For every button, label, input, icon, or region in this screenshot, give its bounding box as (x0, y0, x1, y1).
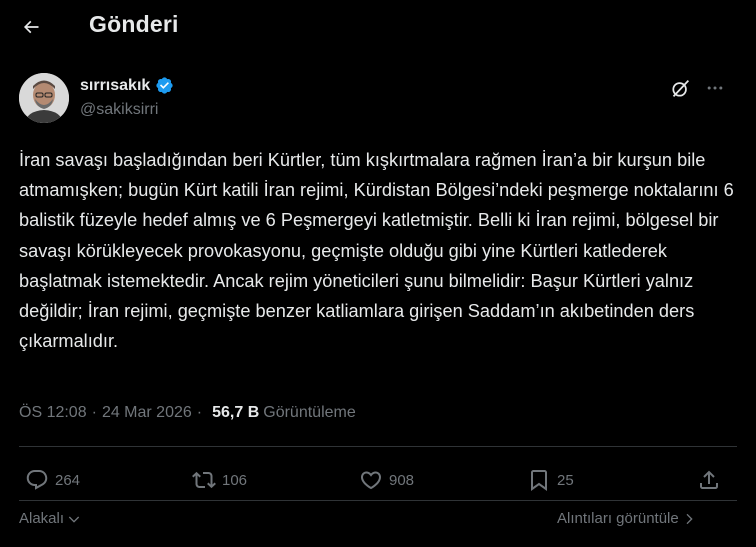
view-count-label: Görüntüleme (263, 404, 356, 421)
meta-separator: · (91, 404, 97, 421)
arrow-left-icon (23, 20, 39, 34)
like-button[interactable]: 908 (359, 468, 414, 492)
repost-button[interactable]: 106 (192, 468, 247, 492)
author-handle[interactable]: @sakiksirri (80, 101, 158, 119)
chevron-down-icon (68, 516, 80, 523)
relevant-sort-dropdown[interactable]: Alakalı (19, 510, 82, 527)
avatar[interactable] (19, 73, 69, 123)
author-display-name[interactable]: sırrısakık (80, 77, 150, 95)
reply-button[interactable]: 264 (25, 468, 80, 492)
verified-badge-icon[interactable] (155, 76, 174, 95)
grok-icon (671, 79, 689, 97)
share-button[interactable] (697, 468, 721, 492)
reply-count: 264 (55, 471, 81, 489)
page-title: Gönderi (89, 11, 179, 37)
divider (19, 446, 737, 447)
heart-icon (360, 471, 382, 490)
tweet-text: İran savaşı başladığından beri Kürtler, … (19, 150, 739, 352)
grok-button[interactable] (668, 76, 692, 100)
reply-icon (26, 470, 48, 490)
repost-icon (192, 471, 216, 489)
view-count: 56,7 B (212, 404, 260, 421)
share-icon (700, 470, 718, 489)
back-button[interactable] (14, 10, 48, 44)
tweet-date[interactable]: 24 Mar 2026 (102, 404, 192, 422)
bookmark-icon (531, 470, 547, 491)
tweet-actions: 264 106 908 25 (19, 462, 737, 498)
meta-separator: · (196, 404, 203, 421)
repost-count: 106 (222, 471, 248, 489)
relevant-sort-label: Alakalı (19, 510, 65, 527)
divider (19, 500, 737, 501)
bookmark-count: 25 (557, 471, 574, 489)
tweet-meta: ÖS 12:08 · 24 Mar 2026 · 56,7 B Görüntül… (19, 404, 356, 422)
tweet-time[interactable]: ÖS 12:08 (19, 404, 87, 422)
view-quotes-link[interactable]: Alıntıları görüntüle (557, 510, 697, 527)
view-quotes-label: Alıntıları görüntüle (557, 510, 679, 527)
author-name-row: sırrısakık (80, 76, 174, 95)
chevron-right-icon (686, 513, 693, 524)
more-horizontal-icon (707, 86, 723, 90)
more-options-button[interactable] (703, 76, 727, 100)
page-header: Gönderi (0, 0, 756, 53)
like-count: 908 (389, 471, 415, 489)
bookmark-button[interactable]: 25 (527, 468, 574, 492)
